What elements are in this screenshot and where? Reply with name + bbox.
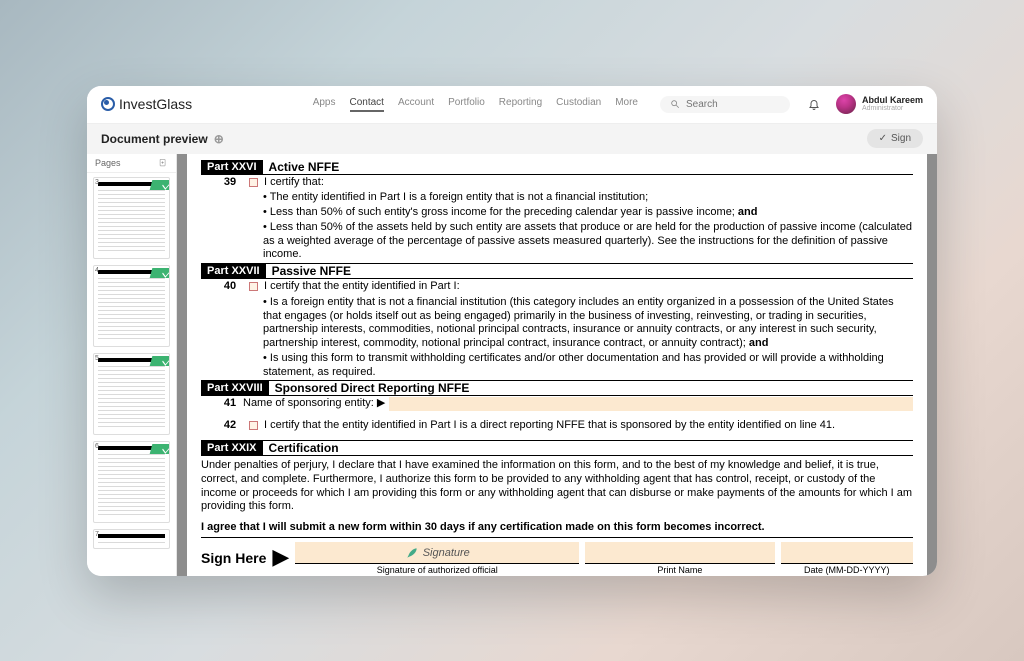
search-icon <box>670 99 680 109</box>
page-thumb-4[interactable] <box>93 265 170 347</box>
user-name: Abdul Kareem <box>862 96 923 105</box>
signed-badge-icon <box>150 180 170 190</box>
line-40-bullets: • Is a foreign entity that is not a fina… <box>201 296 913 380</box>
part-27-header: Part XXVII Passive NFFE <box>201 263 913 279</box>
search-box[interactable] <box>660 96 790 113</box>
app-window: InvestGlass Apps Contact Account Portfolio R… <box>87 86 937 576</box>
page-thumb-5[interactable] <box>93 353 170 435</box>
sign-here-row: Sign Here ▶ Signature Signature of autho… <box>201 537 913 575</box>
add-page-icon[interactable] <box>158 158 168 168</box>
arrow-icon: ▶ <box>272 546 289 568</box>
user-role: Administrator <box>862 105 923 112</box>
signed-badge-icon <box>150 268 170 278</box>
sidebar-title: Pages <box>95 158 121 168</box>
line-39-bullets: • The entity identified in Part I is a f… <box>201 191 913 262</box>
user-menu[interactable]: Abdul Kareem Administrator <box>836 94 923 114</box>
nav-apps[interactable]: Apps <box>313 97 336 112</box>
nav-contact[interactable]: Contact <box>350 97 384 112</box>
page-thumb-7[interactable] <box>93 529 170 549</box>
part-29-header: Part XXIX Certification <box>201 440 913 456</box>
checkbox-42[interactable] <box>249 421 258 430</box>
line-39: 39 I certify that: <box>201 175 913 191</box>
print-name-field[interactable] <box>585 542 774 564</box>
line-40: 40 I certify that the entity identified … <box>201 279 913 295</box>
certification-agree: I agree that I will submit a new form wi… <box>201 517 913 537</box>
page-thumb-3[interactable] <box>93 177 170 259</box>
signed-badge-icon <box>150 444 170 454</box>
nav-more[interactable]: More <box>615 97 638 112</box>
brand-name: InvestGlass <box>119 96 192 112</box>
document-viewport[interactable]: Part XXVI Active NFFE 39 I certify that:… <box>177 154 937 576</box>
feather-icon <box>405 546 419 560</box>
nav-custodian[interactable]: Custodian <box>556 97 601 112</box>
subbar: Document preview ⊕ ✓ Sign <box>87 124 937 154</box>
checkbox-39[interactable] <box>249 178 258 187</box>
brand-logo[interactable]: InvestGlass <box>101 96 192 112</box>
sponsoring-entity-field[interactable] <box>389 397 913 411</box>
page-title: Document preview <box>101 132 208 146</box>
nav-portfolio[interactable]: Portfolio <box>448 97 485 112</box>
search-input[interactable] <box>686 99 776 110</box>
signature-field[interactable]: Signature <box>295 542 579 564</box>
part-28-header: Part XXVIII Sponsored Direct Reporting N… <box>201 380 913 396</box>
sign-check-icon: ✓ <box>879 133 887 144</box>
page-thumbnails: 34567 <box>87 173 176 576</box>
sign-button[interactable]: ✓ Sign <box>867 129 923 148</box>
date-field[interactable] <box>781 542 914 564</box>
signed-badge-icon <box>150 356 170 366</box>
bell-icon[interactable] <box>808 98 820 110</box>
page-thumb-6[interactable] <box>93 441 170 523</box>
nav-reporting[interactable]: Reporting <box>499 97 542 112</box>
line-42: 42 I certify that the entity identified … <box>201 418 913 434</box>
document-page: Part XXVI Active NFFE 39 I certify that:… <box>187 154 927 576</box>
publish-icon[interactable]: ⊕ <box>214 132 224 146</box>
part-26-header: Part XXVI Active NFFE <box>201 160 913 175</box>
line-41: 41 Name of sponsoring entity: ▶ <box>201 396 913 412</box>
checkbox-40[interactable] <box>249 282 258 291</box>
certification-text: Under penalties of perjury, I declare th… <box>201 456 913 517</box>
topbar: InvestGlass Apps Contact Account Portfolio R… <box>87 86 937 124</box>
logo-icon <box>101 97 115 111</box>
nav-account[interactable]: Account <box>398 97 434 112</box>
pages-sidebar: Pages 34567 <box>87 154 177 576</box>
top-nav: Apps Contact Account Portfolio Reporting Cust… <box>313 97 638 112</box>
main: Pages 34567 Part XXVI Active NFFE 39 I c… <box>87 154 937 576</box>
avatar <box>836 94 856 114</box>
